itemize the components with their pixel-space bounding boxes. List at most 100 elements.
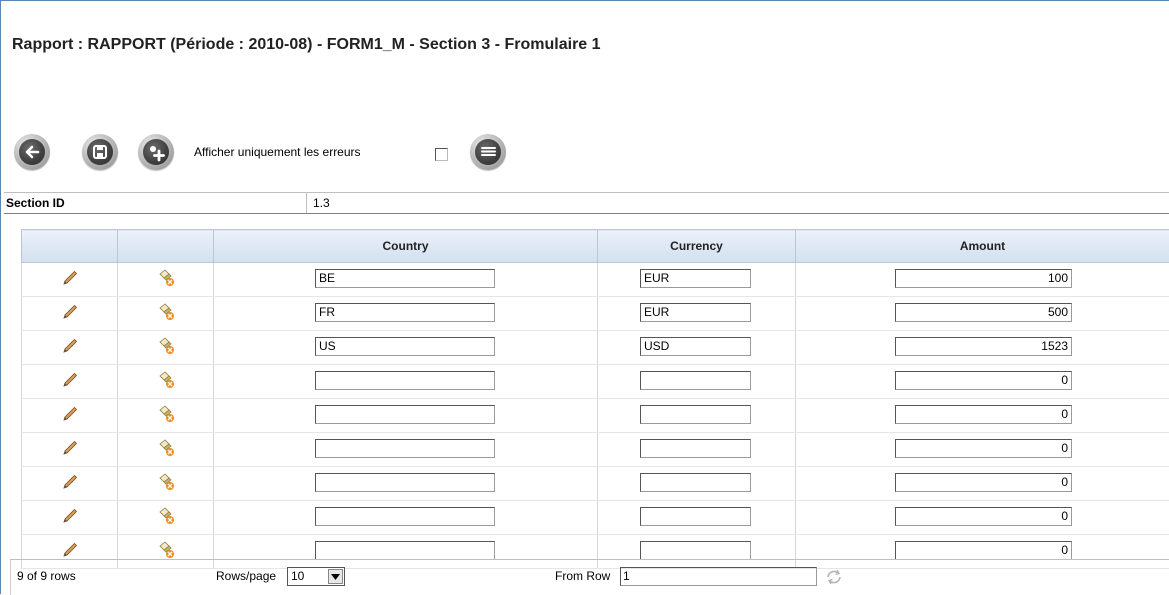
currency-input[interactable] — [640, 473, 751, 492]
row-delete-cell — [118, 467, 214, 501]
pager-footer: 9 of 9 rows Rows/page 10 From Row 1 — [10, 559, 1169, 595]
amount-input[interactable]: 0 — [895, 473, 1072, 492]
eraser-icon[interactable] — [156, 379, 176, 393]
row-edit-cell — [22, 467, 118, 501]
toolbar: Afficher uniquement les erreurs — [14, 134, 634, 172]
currency-input[interactable] — [640, 541, 751, 560]
page-title: Rapport : RAPPORT (Période : 2010-08) - … — [12, 36, 601, 54]
currency-cell — [598, 365, 796, 399]
column-header-country[interactable]: Country — [214, 230, 598, 263]
section-divider — [306, 193, 307, 213]
row-count-cell: 9 of 9 rows — [10, 560, 211, 595]
row-edit-cell — [22, 399, 118, 433]
pencil-icon[interactable] — [61, 310, 79, 324]
country-input[interactable] — [315, 473, 495, 492]
country-input[interactable] — [315, 439, 495, 458]
eraser-icon[interactable] — [156, 447, 176, 461]
window-left-border — [0, 0, 1, 594]
column-header-delete — [118, 230, 214, 263]
amount-input[interactable]: 0 — [895, 507, 1072, 526]
table-row: US USD 1523 — [22, 331, 1169, 365]
amount-input[interactable]: 1523 — [895, 337, 1072, 356]
currency-input[interactable] — [640, 405, 751, 424]
add-plus-icon — [143, 139, 169, 165]
list-button[interactable] — [470, 134, 506, 170]
row-delete-cell — [118, 501, 214, 535]
eraser-icon[interactable] — [156, 413, 176, 427]
amount-cell: 0 — [796, 399, 1169, 433]
back-button[interactable] — [14, 134, 50, 170]
currency-input[interactable]: EUR — [640, 303, 751, 322]
save-button[interactable] — [82, 134, 118, 170]
amount-input[interactable]: 500 — [895, 303, 1072, 322]
currency-input[interactable] — [640, 439, 751, 458]
currency-input[interactable]: USD — [640, 337, 751, 356]
country-input[interactable] — [315, 405, 495, 424]
errors-only-checkbox[interactable] — [435, 148, 448, 161]
window-top-border — [0, 0, 1169, 1]
pencil-icon[interactable] — [61, 344, 79, 358]
section-id-label: Section ID — [6, 196, 65, 210]
country-input[interactable] — [315, 507, 495, 526]
pencil-icon[interactable] — [61, 514, 79, 528]
pencil-icon[interactable] — [61, 378, 79, 392]
from-row-input[interactable]: 1 — [620, 567, 817, 586]
amount-input[interactable]: 0 — [895, 439, 1072, 458]
country-cell — [214, 433, 598, 467]
rows-per-page-select[interactable]: 10 — [287, 567, 345, 586]
currency-input[interactable] — [640, 371, 751, 390]
table-row: 0 — [22, 433, 1169, 467]
eraser-icon[interactable] — [156, 515, 176, 529]
amount-cell: 500 — [796, 297, 1169, 331]
refresh-icon[interactable] — [825, 569, 843, 588]
country-cell: FR — [214, 297, 598, 331]
amount-cell: 0 — [796, 501, 1169, 535]
list-icon — [475, 139, 501, 165]
amount-cell: 1523 — [796, 331, 1169, 365]
row-edit-cell — [22, 433, 118, 467]
country-input[interactable] — [315, 371, 495, 390]
column-header-amount[interactable]: Amount — [796, 230, 1169, 263]
chevron-down-icon[interactable] — [328, 569, 343, 584]
country-input[interactable]: FR — [315, 303, 495, 322]
table-row: BE EUR 100 — [22, 263, 1169, 297]
row-edit-cell — [22, 501, 118, 535]
rows-per-page-value: 10 — [291, 569, 304, 583]
amount-cell: 100 — [796, 263, 1169, 297]
pencil-icon[interactable] — [61, 412, 79, 426]
currency-cell — [598, 399, 796, 433]
pencil-icon[interactable] — [61, 446, 79, 460]
currency-input[interactable] — [640, 507, 751, 526]
section-id-value: 1.3 — [313, 196, 330, 210]
currency-input[interactable]: EUR — [640, 269, 751, 288]
amount-input[interactable]: 0 — [895, 541, 1072, 560]
country-input[interactable]: US — [315, 337, 495, 356]
row-delete-cell — [118, 331, 214, 365]
eraser-icon[interactable] — [156, 277, 176, 291]
add-button[interactable] — [138, 134, 174, 170]
table-row: FR EUR 500 — [22, 297, 1169, 331]
currency-cell — [598, 467, 796, 501]
row-edit-cell — [22, 331, 118, 365]
eraser-icon[interactable] — [156, 311, 176, 325]
country-cell — [214, 399, 598, 433]
pencil-icon[interactable] — [61, 480, 79, 494]
amount-input[interactable]: 100 — [895, 269, 1072, 288]
amount-input[interactable]: 0 — [895, 405, 1072, 424]
grid-header-row: Country Currency Amount — [22, 230, 1169, 263]
eraser-icon[interactable] — [156, 345, 176, 359]
row-edit-cell — [22, 263, 118, 297]
country-input[interactable]: BE — [315, 269, 495, 288]
table-row: 0 — [22, 501, 1169, 535]
eraser-icon[interactable] — [156, 481, 176, 495]
currency-cell: EUR — [598, 263, 796, 297]
row-delete-cell — [118, 399, 214, 433]
row-delete-cell — [118, 263, 214, 297]
pencil-icon[interactable] — [61, 276, 79, 290]
amount-cell: 0 — [796, 365, 1169, 399]
amount-input[interactable]: 0 — [895, 371, 1072, 390]
country-input[interactable] — [315, 541, 495, 560]
amount-cell: 0 — [796, 433, 1169, 467]
column-header-currency[interactable]: Currency — [598, 230, 796, 263]
rows-per-page-cell: Rows/page — [210, 560, 550, 595]
